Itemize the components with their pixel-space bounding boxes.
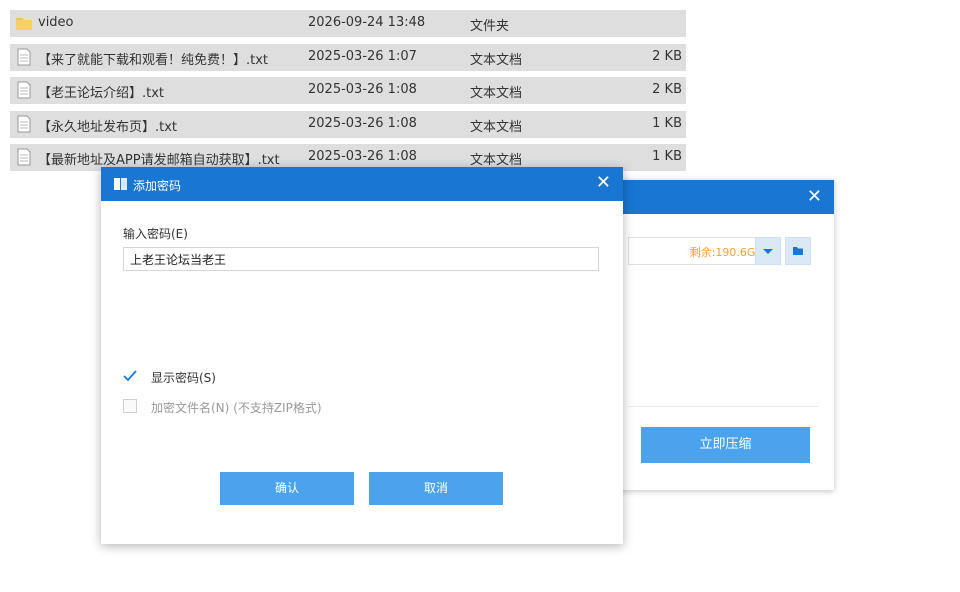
checkbox-box [123,399,137,413]
cancel-button[interactable]: 取消 [369,472,503,505]
file-size: 2 KB [652,82,682,97]
file-size: 2 KB [652,48,682,64]
compress-dialog: ✕ 剩余:190.6GB 立即压缩 [618,180,834,490]
file-name: 【老王论坛介绍】.txt [38,86,165,101]
file-date: 2025-03-26 1:08 [308,82,417,97]
file-type: 文本文档 [470,119,523,135]
path-dropdown-button[interactable] [755,237,781,265]
encrypt-filenames-label: 加密文件名(N) (不支持ZIP格式) [151,401,322,415]
folder-icon [793,247,803,255]
file-type: 文本文档 [470,52,523,68]
compress-now-button[interactable]: 立即压缩 [641,427,810,463]
chevron-down-icon [763,249,773,254]
file-type: 文件夹 [470,19,510,34]
file-row[interactable]: 【永久地址发布页】.txt 2025-03-26 1:08 文本文档 1 KB [10,110,686,138]
text-file-icon [17,48,31,65]
text-file-icon [17,148,31,166]
text-file-icon [17,115,31,132]
file-type: 文本文档 [470,153,523,168]
file-name: 【来了就能下载和观看！纯免费！】.txt [38,52,269,68]
compress-dialog-titlebar[interactable]: ✕ [618,180,834,214]
file-date: 2025-03-26 1:07 [308,48,417,64]
file-name: video [38,15,74,30]
close-icon[interactable]: ✕ [596,172,611,193]
file-name: 【永久地址发布页】.txt [38,119,178,135]
book-icon [114,178,127,190]
file-row[interactable]: 【老王论坛介绍】.txt 2025-03-26 1:08 文本文档 2 KB [10,77,686,104]
text-file-icon [17,81,31,99]
file-size: 1 KB [652,115,682,131]
browse-folder-button[interactable] [785,237,811,265]
file-date: 2025-03-26 1:08 [308,115,417,131]
save-path-field[interactable]: 剩余:190.6GB [628,237,770,265]
file-date: 2025-03-26 1:08 [308,149,417,164]
password-dialog-titlebar[interactable]: 添加密码 ✕ [101,167,623,201]
password-input[interactable] [123,247,599,271]
dialog-title: 添加密码 [133,179,182,193]
file-size: 1 KB [652,149,682,164]
close-icon[interactable]: ✕ [807,186,822,207]
add-password-dialog: 添加密码 ✕ 输入密码(E) 显示密码(S) 加密文件名(N) (不支持ZIP格… [101,167,623,544]
show-password-label: 显示密码(S) [151,371,216,385]
folder-icon [16,18,32,30]
confirm-button[interactable]: 确认 [220,472,354,505]
divider [628,406,818,407]
file-row-video[interactable]: video 2026-09-24 13:48 文件夹 [10,10,686,37]
checkmark-icon [123,370,137,382]
file-list: video 2026-09-24 13:48 文件夹 【来了就能下载和观看！纯免… [10,10,686,178]
remaining-space: 剩余:190.6GB [689,246,763,259]
file-date: 2026-09-24 13:48 [308,15,426,30]
file-name: 【最新地址及APP请发邮箱自动获取】.txt [38,153,280,168]
file-row[interactable]: 【来了就能下载和观看！纯免费！】.txt 2025-03-26 1:07 文本文… [10,43,686,71]
file-type: 文本文档 [470,86,523,101]
password-input-label: 输入密码(E) [123,227,188,241]
